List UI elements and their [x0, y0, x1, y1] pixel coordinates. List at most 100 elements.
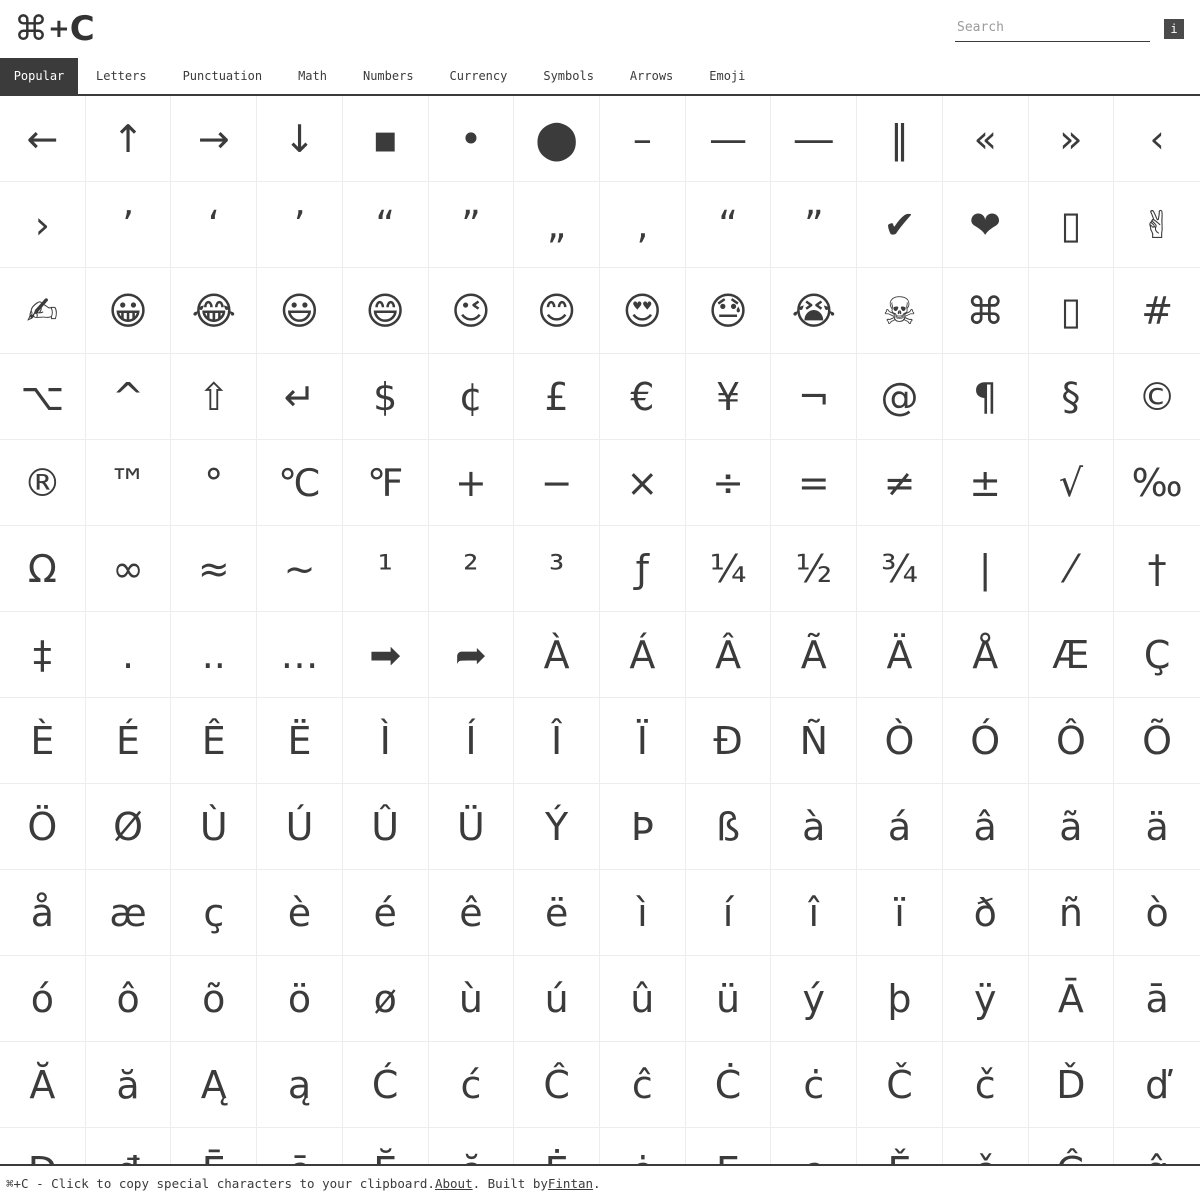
character-cell[interactable]: ” [428, 182, 515, 268]
character-cell[interactable]: ý [771, 956, 858, 1042]
character-cell[interactable]: $ [342, 354, 429, 440]
character-cell[interactable]: õ [171, 956, 258, 1042]
character-cell[interactable]: Ò [857, 698, 943, 784]
character-cell[interactable]: ô [85, 956, 172, 1042]
character-cell[interactable]: ® [0, 440, 86, 526]
character-cell[interactable]: ĕ [429, 1128, 515, 1164]
character-cell[interactable]: ó [0, 956, 86, 1042]
character-cell[interactable]: Ï [600, 698, 686, 784]
character-cell[interactable]: ≈ [171, 526, 258, 612]
character-cell[interactable]: Â [685, 612, 772, 698]
character-cell[interactable]: ã [1028, 784, 1115, 870]
character-cell[interactable]: ê [428, 870, 515, 956]
character-cell[interactable]: ℃ [257, 440, 343, 526]
character-cell[interactable]: . [85, 612, 172, 698]
character-cell[interactable]: ’ [85, 182, 172, 268]
character-cell[interactable]: ™ [85, 440, 172, 526]
character-cell[interactable]: Ù [171, 784, 258, 870]
character-cell[interactable]: ć [428, 1042, 515, 1128]
character-cell[interactable]: ↵ [257, 354, 343, 440]
character-cell[interactable]: Æ [1028, 612, 1115, 698]
character-cell[interactable]: ⁄ [1028, 526, 1115, 612]
character-cell[interactable]: ⇧ [171, 354, 258, 440]
character-cell[interactable]: ― [771, 96, 858, 182]
character-cell[interactable]: ¢ [428, 354, 515, 440]
character-cell[interactable]: ▯ [1028, 268, 1115, 354]
character-cell[interactable]: ⬤ [514, 96, 600, 182]
character-cell[interactable]: — [685, 96, 772, 182]
character-cell[interactable]: ° [171, 440, 258, 526]
author-link[interactable]: Fintan [548, 1176, 593, 1191]
character-cell[interactable]: Î [514, 698, 600, 784]
character-cell[interactable]: € [600, 354, 686, 440]
character-cell[interactable]: ù [428, 956, 515, 1042]
character-cell[interactable]: â [942, 784, 1029, 870]
character-cell[interactable]: ∞ [85, 526, 172, 612]
character-cell[interactable]: £ [514, 354, 600, 440]
character-cell[interactable]: 😭 [771, 268, 858, 354]
character-cell[interactable]: ‚ [600, 182, 686, 268]
character-cell[interactable]: ³ [514, 526, 600, 612]
character-cell[interactable]: Ę [686, 1128, 772, 1164]
character-cell[interactable]: 😊 [514, 268, 600, 354]
character-cell[interactable]: ß [685, 784, 772, 870]
character-cell[interactable]: Ö [0, 784, 86, 870]
character-cell[interactable]: û [600, 956, 686, 1042]
character-cell[interactable]: » [1028, 96, 1115, 182]
character-cell[interactable]: « [942, 96, 1029, 182]
character-cell[interactable]: Ě [857, 1128, 943, 1164]
tab-letters[interactable]: Letters [78, 58, 165, 94]
character-cell[interactable]: • [428, 96, 515, 182]
character-cell[interactable]: ď [1114, 1042, 1200, 1128]
character-cell[interactable]: ì [600, 870, 686, 956]
character-cell[interactable]: ä [1114, 784, 1200, 870]
character-cell[interactable]: ĉ [600, 1042, 686, 1128]
character-cell[interactable]: À [514, 612, 600, 698]
character-cell[interactable]: ~ [257, 526, 343, 612]
character-cell[interactable]: ÿ [942, 956, 1029, 1042]
character-cell[interactable]: ➦ [428, 612, 515, 698]
character-cell[interactable]: ¥ [685, 354, 772, 440]
character-cell[interactable]: → [171, 96, 258, 182]
character-cell[interactable]: .. [171, 612, 258, 698]
character-cell[interactable]: ñ [1028, 870, 1115, 956]
character-cell[interactable]: … [257, 612, 343, 698]
character-cell[interactable]: Ð [685, 698, 772, 784]
character-cell[interactable]: ø [342, 956, 429, 1042]
character-cell[interactable]: Ý [514, 784, 600, 870]
character-cell[interactable]: Á [600, 612, 686, 698]
tab-currency[interactable]: Currency [431, 58, 526, 94]
character-cell[interactable]: Ê [171, 698, 258, 784]
character-cell[interactable]: ↑ [85, 96, 172, 182]
character-cell[interactable]: Ą [171, 1042, 258, 1128]
character-cell[interactable]: 😃 [257, 268, 343, 354]
character-cell[interactable]: √ [1028, 440, 1115, 526]
character-cell[interactable]: Å [942, 612, 1029, 698]
character-cell[interactable]: ĝ [1114, 1128, 1200, 1165]
tab-numbers[interactable]: Numbers [344, 58, 432, 94]
character-cell[interactable]: à [771, 784, 858, 870]
character-cell[interactable]: Ó [942, 698, 1029, 784]
character-cell[interactable]: ➡ [342, 612, 429, 698]
character-cell[interactable]: © [1114, 354, 1200, 440]
character-cell[interactable]: Ë [257, 698, 343, 784]
character-cell[interactable]: # [1114, 268, 1200, 354]
character-cell[interactable]: ą [257, 1042, 343, 1128]
tab-popular[interactable]: Popular [0, 58, 78, 94]
character-cell[interactable]: 😂 [171, 268, 258, 354]
character-cell[interactable]: Ú [257, 784, 343, 870]
character-cell[interactable]: ā [1114, 956, 1200, 1042]
character-cell[interactable]: Ü [428, 784, 515, 870]
character-cell[interactable]: ï [857, 870, 943, 956]
character-cell[interactable]: ▯ [1028, 182, 1115, 268]
character-cell[interactable]: á [857, 784, 943, 870]
character-cell[interactable]: Ē [171, 1128, 258, 1164]
character-cell[interactable]: č [942, 1042, 1029, 1128]
character-cell[interactable]: È [0, 698, 86, 784]
character-cell[interactable]: þ [857, 956, 943, 1042]
character-cell[interactable]: ⌥ [0, 354, 86, 440]
character-cell[interactable]: ‖ [857, 96, 943, 182]
character-cell[interactable]: Ô [1028, 698, 1115, 784]
info-button[interactable]: i [1164, 19, 1184, 39]
character-cell[interactable]: Ė [514, 1128, 600, 1164]
